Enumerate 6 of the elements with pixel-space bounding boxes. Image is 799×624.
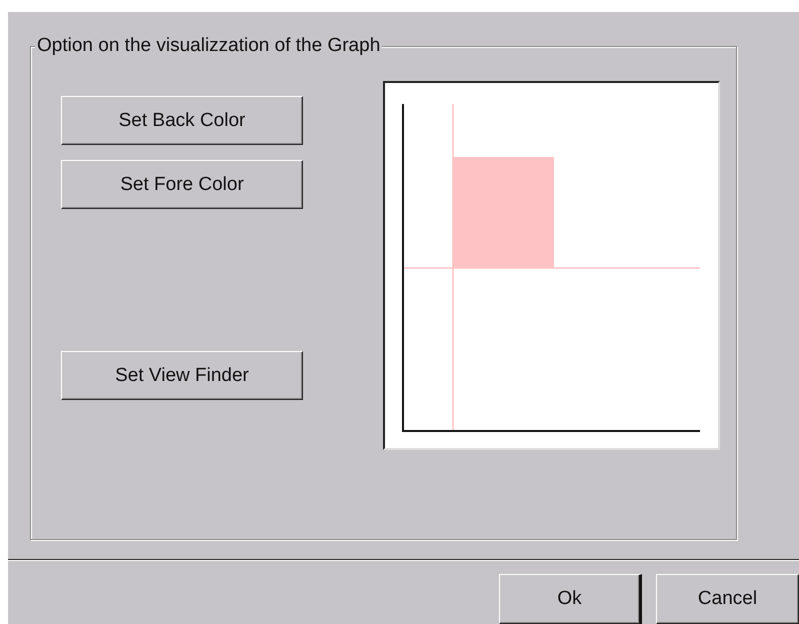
option-button[interactable]: Set Fore Color xyxy=(61,160,303,209)
dialog-button[interactable]: Cancel xyxy=(656,574,799,624)
option-button[interactable]: Set Back Color xyxy=(61,96,303,145)
dialog-button[interactable]: Ok xyxy=(499,574,642,624)
group-title: Option on the visualizzation of the Graph xyxy=(35,35,382,57)
option-button[interactable]: Set View Finder xyxy=(61,351,303,400)
